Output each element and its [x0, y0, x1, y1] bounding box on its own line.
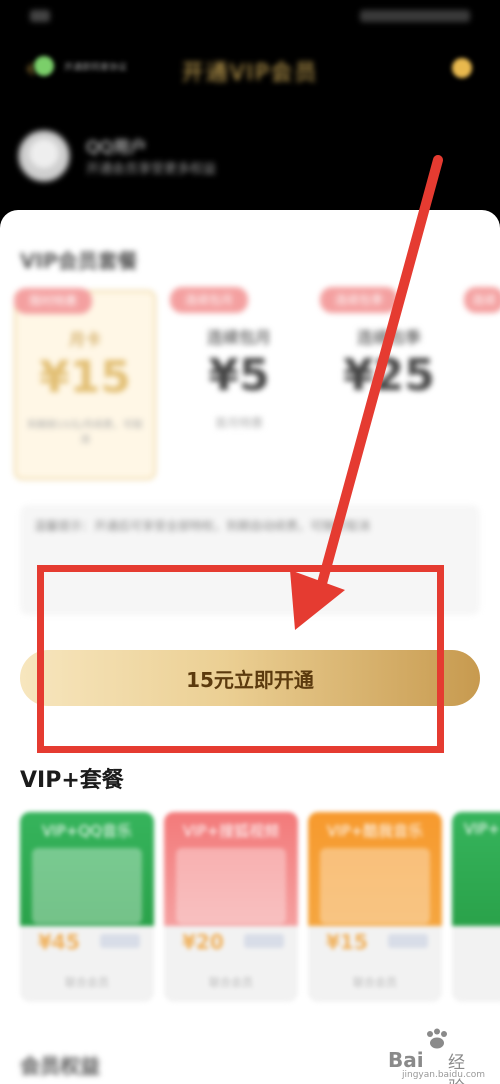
tips-box: 温馨提示：开通后可享受全部特权，到期自动续费，可随时取消: [20, 505, 480, 615]
plan-price: ¥25: [343, 350, 435, 401]
combo-card-qq-music[interactable]: VIP+QQ音乐 ¥45 联合会员: [20, 812, 154, 1002]
plan-tag: 连续包月: [170, 287, 248, 313]
check-icon[interactable]: [452, 58, 472, 78]
plan-price: ¥15: [39, 352, 131, 403]
combo-image: [320, 848, 430, 924]
plan-card-2[interactable]: 连续包月 连续包月 ¥5 首月特惠: [168, 287, 310, 480]
combo-price: ¥45: [38, 930, 80, 954]
status-bar: [0, 0, 500, 36]
plan-name: 连续包季: [356, 328, 421, 347]
combo-price: ¥20: [182, 930, 224, 954]
combo-tag: [100, 934, 140, 948]
combo-tag: [388, 934, 428, 948]
combo-section-title: VIP+套餐: [20, 768, 124, 793]
combo-card-sohu-video[interactable]: VIP+搜狐视频 ¥20 联合会员: [164, 812, 298, 1002]
plans-section-title: VIP会员套餐: [20, 249, 138, 273]
combo-card-4[interactable]: VIP+: [452, 812, 500, 1002]
plan-tag: 连续包季: [320, 287, 398, 313]
plan-name: 月卡: [68, 330, 101, 349]
plan-tag: 连续: [464, 287, 500, 313]
plan-card-1[interactable]: 限时特惠 月卡 ¥15 到期按15元/月续费，可取消: [14, 288, 156, 480]
combo-price: ¥15: [326, 930, 368, 954]
combo-label: VIP+: [463, 820, 500, 838]
watermark-brand: Bai: [388, 1048, 424, 1072]
paw-icon: [427, 1028, 447, 1049]
user-name: QQ用户: [86, 138, 147, 158]
baidu-jingyan-watermark: Bai 经验 jingyan.baidu.com: [388, 1028, 485, 1084]
plan-card-3[interactable]: 连续包季 连续包季 ¥25: [318, 287, 460, 480]
combo-image: [176, 848, 286, 924]
app-icon: [34, 56, 54, 76]
plan-tag: 限时特惠: [14, 288, 92, 314]
avatar[interactable]: [18, 130, 70, 182]
tips-text: 温馨提示：开通后可享受全部特权，到期自动续费，可随时取消: [34, 519, 371, 533]
plan-price: ¥5: [208, 350, 270, 401]
status-time: [30, 10, 50, 22]
combo-sub: 联合会员: [353, 976, 397, 989]
combo-card-kuwo-music[interactable]: VIP+酷我音乐 ¥15 联合会员: [308, 812, 442, 1002]
combo-sub: 联合会员: [65, 976, 109, 989]
plan-note: 首月特惠: [214, 416, 263, 430]
combo-tag: [244, 934, 284, 948]
plan-note: 到期按15元/月续费，可取消: [26, 420, 144, 446]
user-subtitle: 开通会员享受更多权益: [86, 162, 217, 177]
combo-image: [32, 848, 142, 924]
combo-label: VIP+酷我音乐: [326, 822, 424, 840]
combo-label: VIP+QQ音乐: [42, 822, 132, 840]
user-info: QQ用户 开通会员享受更多权益: [18, 125, 478, 185]
plan-name: 连续包月: [206, 328, 271, 347]
combo-sub: 联合会员: [209, 976, 253, 989]
status-icons: [360, 10, 470, 22]
open-vip-button[interactable]: 15元立即开通: [20, 650, 480, 706]
benefits-section-title: 会员权益: [20, 1054, 100, 1078]
tips-option[interactable]: 开通即同意协议: [64, 60, 204, 74]
combo-label: VIP+搜狐视频: [182, 822, 280, 840]
plan-card-4[interactable]: 连续: [462, 287, 500, 480]
watermark-url: jingyan.baidu.com: [402, 1070, 486, 1080]
